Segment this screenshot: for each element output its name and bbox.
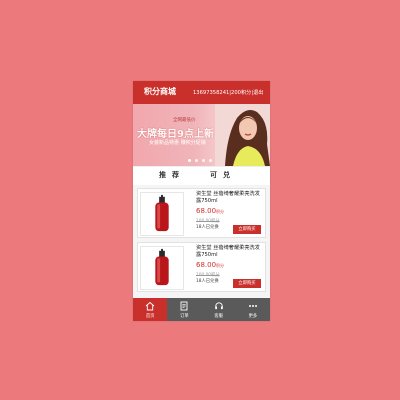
carousel-dot[interactable]	[209, 159, 212, 162]
product-price: 68.00积分	[196, 261, 225, 269]
category-tabs: 推荐 可兑	[133, 166, 270, 186]
nav-label: 订单	[180, 314, 189, 319]
nav-label: 更多	[248, 314, 258, 319]
banner-subtext: 女装新品特惠 赚积分促销	[149, 140, 206, 146]
product-card[interactable]: 资生堂 丝蓓绮奢耀柔亮洗发露750ml 68.00积分 100.00积分 18人…	[137, 242, 266, 292]
nav-label: 首页	[145, 314, 155, 319]
nav-item-home[interactable]: 首页	[133, 298, 168, 321]
carousel-dot[interactable]	[202, 159, 205, 162]
product-price: 68.00积分	[196, 207, 225, 215]
bottom-nav: 首页 订单 客服 更多	[133, 298, 270, 321]
nav-item-more[interactable]: 更多	[236, 298, 270, 321]
product-sold-count: 18人已兑换	[196, 279, 219, 284]
banner-small-text: 全网最低价	[173, 118, 196, 123]
buy-now-button[interactable]: 立即购买	[233, 225, 261, 234]
nav-item-orders[interactable]: 订单	[167, 298, 201, 321]
banner-model-image	[215, 104, 270, 166]
buy-now-button[interactable]: 立即购买	[233, 279, 261, 288]
product-image[interactable]	[140, 246, 184, 290]
carousel-dot[interactable]	[195, 159, 198, 162]
product-card[interactable]: 资生堂 丝蓓绮奢耀柔亮洗发露750ml 68.00积分 100.00积分 18人…	[137, 188, 266, 238]
carousel-dot[interactable]	[188, 159, 191, 162]
headset-icon	[214, 302, 223, 310]
order-icon	[180, 301, 188, 311]
mobile-app-frame: 积分商城 13697358241|200积分|退出 全网最低价 大牌每日9点上新…	[133, 81, 270, 321]
product-image[interactable]	[140, 192, 184, 236]
tab-recommend[interactable]: 推荐	[159, 170, 185, 180]
product-sold-count: 18人已兑换	[196, 225, 219, 230]
home-icon	[145, 301, 155, 311]
product-list: 资生堂 丝蓓绮奢耀柔亮洗发露750ml 68.00积分 100.00积分 18人…	[133, 185, 270, 298]
more-icon	[248, 305, 257, 307]
nav-item-service[interactable]: 客服	[202, 298, 236, 321]
product-name[interactable]: 资生堂 丝蓓绮奢耀柔亮洗发露750ml	[196, 191, 264, 205]
site-logo[interactable]: 积分商城	[144, 86, 176, 97]
promo-banner[interactable]: 全网最低价 大牌每日9点上新 女装新品特惠 赚积分促销	[133, 104, 270, 166]
user-info[interactable]: 13697358241|200积分|退出	[193, 89, 263, 96]
carousel-dots	[185, 159, 215, 163]
product-name[interactable]: 资生堂 丝蓓绮奢耀柔亮洗发露750ml	[196, 245, 264, 259]
tab-redeemable[interactable]: 可兑	[210, 170, 236, 180]
nav-label: 客服	[214, 314, 223, 319]
top-header: 积分商城 13697358241|200积分|退出	[133, 81, 270, 104]
banner-headline: 大牌每日9点上新	[137, 129, 214, 140]
